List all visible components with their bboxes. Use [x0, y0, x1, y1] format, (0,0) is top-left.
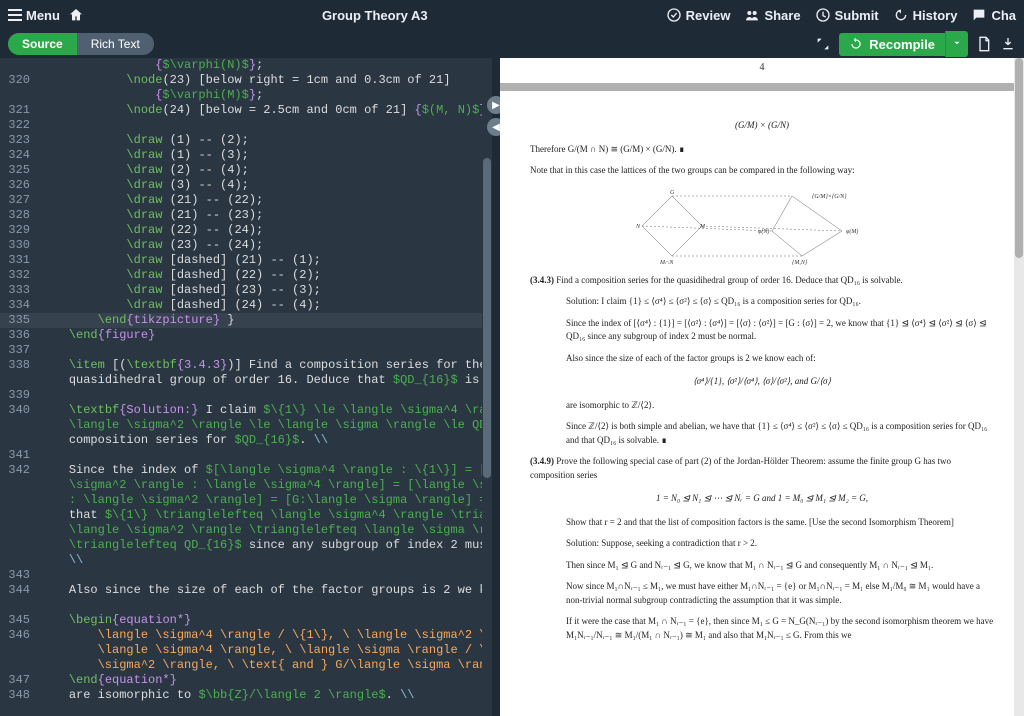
- download-icon[interactable]: [1000, 36, 1016, 52]
- recompile-dropdown[interactable]: [945, 31, 968, 57]
- review-icon: [666, 7, 682, 23]
- preview-scrollbar[interactable]: [1014, 58, 1024, 716]
- line-gutter: 3203213223233243253263273283293303313323…: [0, 58, 36, 703]
- chat-icon: [971, 7, 987, 23]
- submit-button[interactable]: Submit: [815, 7, 879, 23]
- menu-label: Menu: [26, 8, 60, 23]
- svg-text:G: G: [670, 190, 675, 196]
- review-button[interactable]: Review: [666, 7, 731, 23]
- history-button[interactable]: History: [893, 7, 958, 23]
- recompile-button[interactable]: Recompile: [839, 33, 945, 56]
- hamburger-icon: [8, 9, 22, 21]
- svg-text:M: M: [699, 224, 706, 230]
- share-button[interactable]: Share: [744, 7, 800, 23]
- svg-text:φ(M): φ(M): [846, 228, 858, 235]
- menu-button[interactable]: Menu: [8, 8, 60, 23]
- top-bar: Menu Group Theory A3 Review Share Submit…: [0, 0, 1024, 30]
- logs-icon[interactable]: [976, 36, 992, 52]
- preview-body: (G/M) × (G/N) Therefore G/(M ∩ N) ≅ (G/M…: [500, 91, 1024, 668]
- equation-display: (G/M) × (G/N): [530, 119, 994, 133]
- lattice-diagram: G N M M∩N {G/M}×{G/N} φ(N) φ(M) {M,N}: [632, 186, 892, 266]
- code-editor[interactable]: 3203213223233243253263273283293303313323…: [0, 58, 492, 716]
- page-number: 4: [500, 58, 1024, 91]
- chat-button[interactable]: Cha: [971, 7, 1016, 23]
- problem-item: (3.4.3) Find a composition series for th…: [530, 274, 994, 288]
- svg-text:{G/M}×{G/N}: {G/M}×{G/N}: [812, 194, 847, 200]
- editor-scroll-thumb[interactable]: [483, 158, 491, 478]
- refresh-icon: [849, 37, 863, 51]
- svg-text:φ(N): φ(N): [758, 228, 769, 235]
- history-icon: [893, 7, 909, 23]
- code-content[interactable]: {$\varphi(N)$}; \node(23) [below right =…: [36, 58, 492, 703]
- preview-text: Therefore G/(M ∩ N) ≅ (G/M) × (G/N). ∎: [530, 143, 994, 157]
- preview-text: Note that in this case the lattices of t…: [530, 164, 994, 178]
- preview-scroll-thumb[interactable]: [1015, 58, 1023, 258]
- main-area: 3203213223233243253263273283293303313323…: [0, 58, 1024, 716]
- chevron-down-icon: [952, 38, 962, 48]
- home-button[interactable]: [68, 7, 84, 23]
- svg-text:N: N: [635, 224, 641, 230]
- pdf-preview[interactable]: 4 (G/M) × (G/N) Therefore G/(M ∩ N) ≅ (G…: [500, 58, 1024, 716]
- editor-toolbar: Source Rich Text Recompile: [0, 30, 1024, 58]
- submit-icon: [815, 7, 831, 23]
- editor-mode-toggle: Source Rich Text: [8, 33, 154, 55]
- pane-divider[interactable]: ▶ ◀: [492, 58, 500, 716]
- editor-scrollbar[interactable]: [482, 58, 492, 716]
- home-icon: [68, 7, 84, 23]
- richtext-tab[interactable]: Rich Text: [77, 33, 154, 55]
- svg-text:M∩N: M∩N: [659, 260, 674, 266]
- svg-text:{M,N}: {M,N}: [792, 260, 808, 266]
- problem-item: (3.4.9) Prove the following special case…: [530, 455, 994, 482]
- source-tab[interactable]: Source: [8, 33, 77, 55]
- share-icon: [744, 7, 760, 23]
- project-title: Group Theory A3: [84, 8, 666, 23]
- expand-icon[interactable]: [815, 36, 831, 52]
- recompile-group: Recompile: [839, 31, 968, 57]
